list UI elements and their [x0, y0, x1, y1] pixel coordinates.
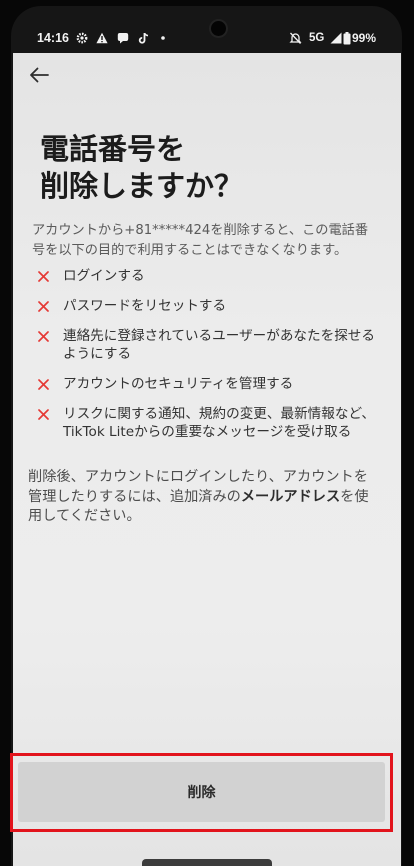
status-time: 14:16: [37, 31, 69, 45]
dot-icon: [161, 36, 165, 40]
home-indicator[interactable]: [142, 859, 272, 866]
cross-icon: [34, 297, 52, 315]
list-item-text: リスクに関する通知、規約の変更、最新情報など、TikTok Liteからの重要な…: [63, 406, 375, 440]
page-title-line: 削除しますか？: [40, 169, 244, 203]
page-title: 電話番号を 削除しますか？: [40, 131, 380, 205]
description-text: アカウントから+81*****424を削除すると、この電話番号を以下の目的で利用…: [32, 223, 369, 258]
back-button[interactable]: [27, 63, 51, 87]
chat-icon: [117, 33, 129, 44]
list-item-text: パスワードをリセットする: [63, 298, 227, 314]
cross-icon: [34, 327, 52, 345]
cross-icon: [34, 405, 52, 423]
list-item: アカウントのセキュリティを管理する: [34, 375, 384, 393]
status-bar: 14:16 5G 99%: [0, 30, 414, 46]
list-item-text: ログインする: [63, 268, 145, 284]
warning-icon: [96, 32, 108, 44]
tiktok-icon: [138, 32, 149, 44]
list-item-text: アカウントのセキュリティを管理する: [63, 376, 294, 392]
list-item: 連絡先に登録されているユーザーがあなたを探せるようにする: [34, 327, 384, 363]
delete-button[interactable]: 削除: [18, 762, 385, 822]
battery-icon: [343, 32, 351, 45]
network-type: 5G: [309, 32, 325, 44]
email-note: 削除後、アカウントにログインしたり、アカウントを管理したりするには、追加済みのメ…: [28, 468, 378, 527]
page-title-line: 電話番号を: [40, 132, 186, 166]
note-emphasis: メールアドレス: [240, 488, 341, 505]
list-item: ログインする: [34, 267, 384, 285]
cross-icon: [34, 267, 52, 285]
battery-level: 99%: [352, 31, 377, 45]
arrow-left-icon: [30, 67, 49, 83]
mute-icon: [289, 32, 302, 44]
consequence-list: ログインする パスワードをリセットする 連絡先に登録されているユーザーがあなたを…: [34, 267, 384, 453]
signal-icon: [330, 32, 342, 44]
gear-icon: [76, 32, 88, 44]
delete-button-label: 削除: [187, 785, 216, 801]
list-item: パスワードをリセットする: [34, 297, 384, 315]
list-item-text: 連絡先に登録されているユーザーがあなたを探せるようにする: [63, 328, 375, 362]
cross-icon: [34, 375, 52, 393]
list-item: リスクに関する通知、規約の変更、最新情報など、TikTok Liteからの重要な…: [34, 405, 384, 441]
